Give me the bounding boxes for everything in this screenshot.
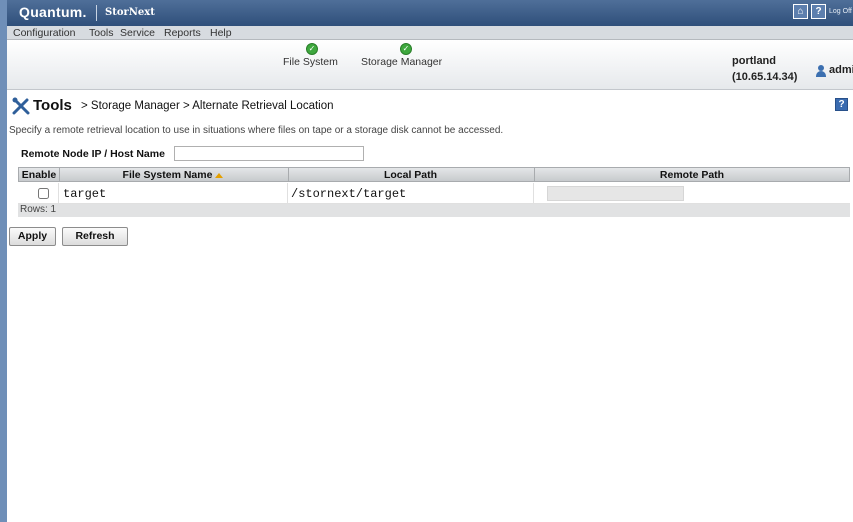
table-row: target /stornext/target (18, 183, 850, 204)
check-circle-icon: ✓ (306, 43, 318, 55)
product-name: StorNext (105, 7, 155, 18)
refresh-button[interactable]: Refresh (62, 227, 128, 246)
apply-button[interactable]: Apply (9, 227, 56, 246)
menu-bar: Configuration Tools Service Reports Help (7, 26, 853, 40)
column-enable[interactable]: Enable (20, 169, 58, 181)
user-icon (815, 65, 827, 77)
column-file-system-name[interactable]: File System Name (60, 169, 286, 181)
remote-node-label: Remote Node IP / Host Name (21, 148, 165, 160)
breadcrumb: > Storage Manager > Alternate Retrieval … (81, 100, 334, 112)
tools-icon (12, 97, 30, 115)
logo-divider (96, 5, 97, 21)
rows-count-bar: Rows: 1 (18, 204, 850, 217)
status-file-system[interactable]: File System (283, 56, 338, 68)
menu-item-reports[interactable]: Reports (164, 27, 201, 39)
column-file-system-name-label: File System Name (122, 169, 213, 181)
log-off-link[interactable]: Log Off (829, 8, 852, 15)
main-content: Tools > Storage Manager > Alternate Retr… (9, 94, 850, 522)
top-banner: Quantum. StorNext ⌂ ? Log Off (7, 0, 853, 26)
remote-path-field[interactable] (547, 186, 684, 201)
page-description: Specify a remote retrieval location to u… (9, 125, 504, 136)
page-title: Tools (33, 97, 72, 114)
sort-ascending-icon (215, 172, 224, 178)
menu-item-help[interactable]: Help (210, 27, 232, 39)
enable-checkbox[interactable] (38, 188, 49, 199)
status-band: ✓ File System ✓ Storage Manager portland… (7, 40, 853, 90)
column-local-path[interactable]: Local Path (289, 169, 532, 181)
username[interactable]: admin (829, 64, 853, 76)
page-help-icon[interactable]: ? (835, 98, 848, 111)
host-info: portland (10.65.14.34) (732, 53, 797, 85)
home-icon[interactable]: ⌂ (793, 4, 808, 19)
file-system-name-cell: target (63, 187, 107, 201)
menu-item-configuration[interactable]: Configuration (13, 27, 75, 39)
table-header: Enable File System Name Local Path Remot… (18, 167, 850, 182)
local-path-cell: /stornext/target (291, 187, 407, 201)
check-circle-icon: ✓ (400, 43, 412, 55)
menu-item-service[interactable]: Service (120, 27, 155, 39)
quantum-logo: Quantum. (19, 4, 87, 20)
help-icon[interactable]: ? (811, 4, 826, 19)
menu-item-tools[interactable]: Tools (89, 27, 114, 39)
column-remote-path[interactable]: Remote Path (535, 169, 849, 181)
remote-node-input[interactable] (174, 146, 364, 161)
host-name: portland (732, 55, 776, 67)
status-storage-manager[interactable]: Storage Manager (361, 56, 442, 68)
host-ip: (10.65.14.34) (732, 71, 798, 83)
left-frame-border (0, 0, 7, 522)
rows-count: Rows: 1 (20, 204, 57, 215)
